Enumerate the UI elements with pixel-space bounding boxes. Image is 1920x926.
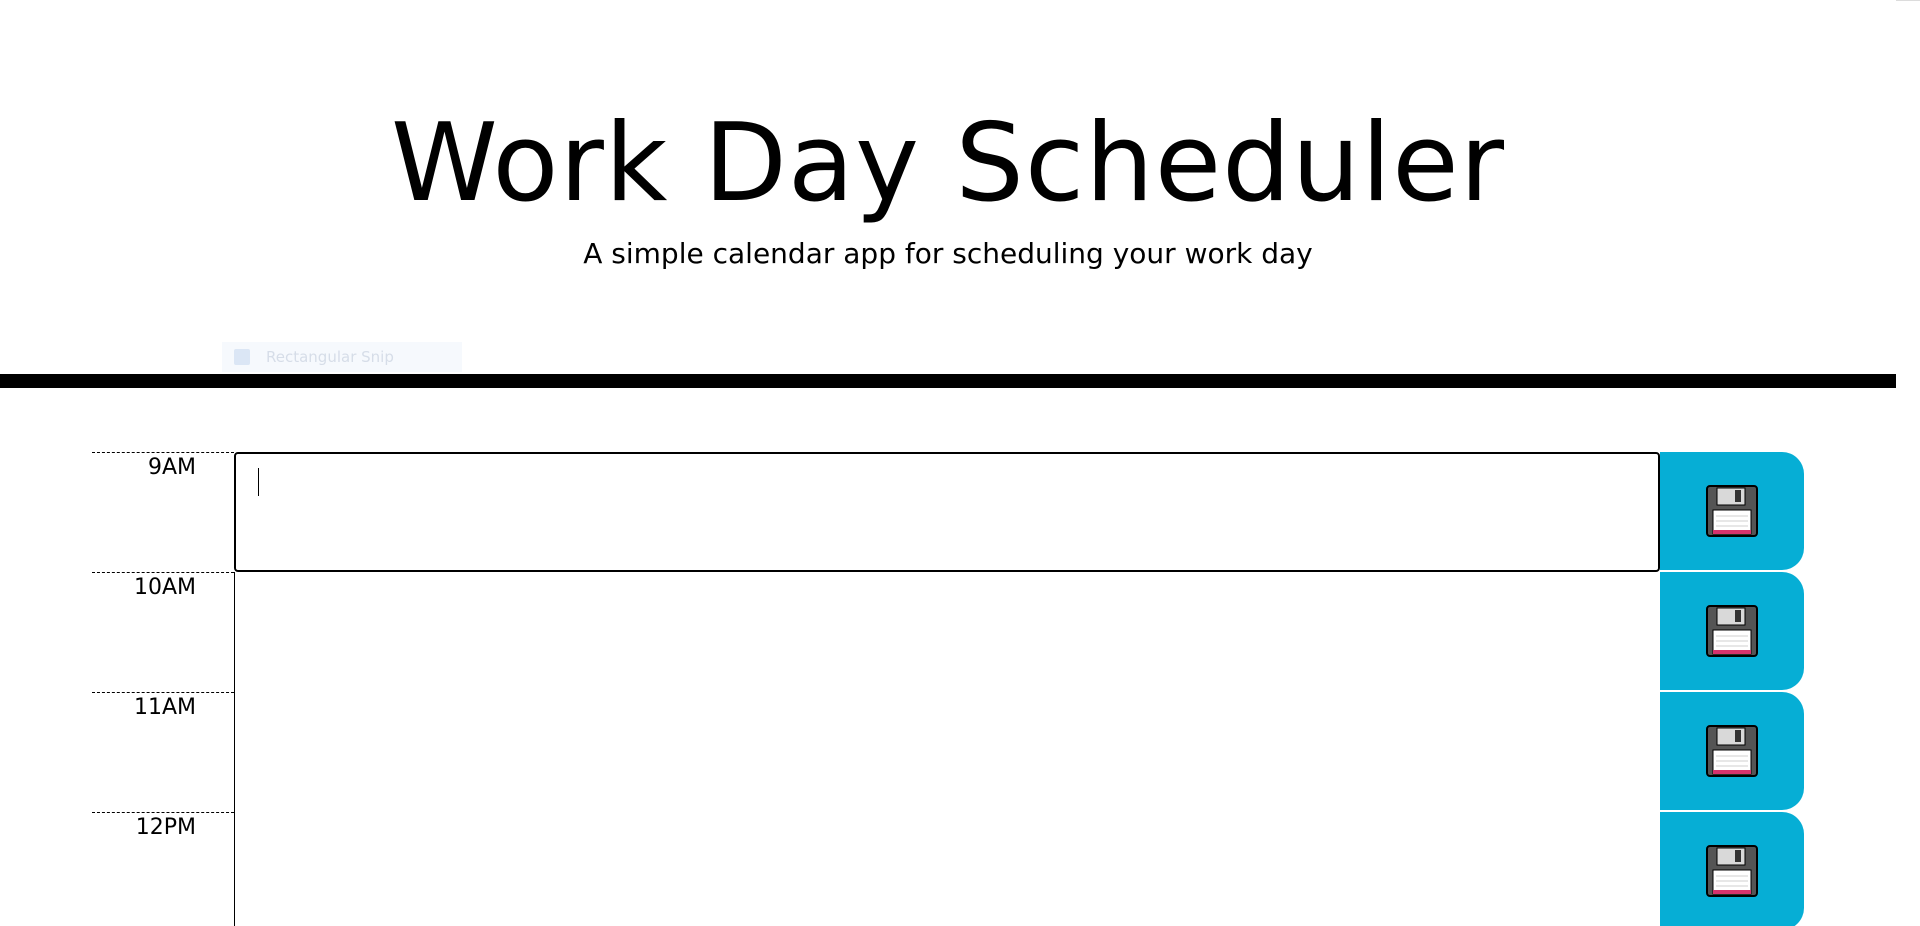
time-block-list: 9AM 10AM 11AM 12PM: [92, 452, 1804, 926]
description-container: [234, 812, 1660, 926]
floppy-disk-icon: [1706, 725, 1758, 777]
save-button[interactable]: [1660, 572, 1804, 690]
snip-icon: [234, 349, 250, 365]
time-block-row: 12PM: [92, 812, 1804, 926]
description-input[interactable]: [235, 572, 1660, 692]
snip-tool-ghost: Rectangular Snip: [222, 342, 462, 372]
page-subtitle: A simple calendar app for scheduling you…: [583, 237, 1313, 270]
save-button[interactable]: [1660, 692, 1804, 810]
time-block-row: 9AM: [92, 452, 1804, 572]
description-container: [234, 452, 1660, 572]
hour-label: 9AM: [92, 452, 234, 572]
header: Work Day Scheduler A simple calendar app…: [0, 0, 1896, 388]
page: Work Day Scheduler A simple calendar app…: [0, 0, 1896, 926]
description-input[interactable]: [235, 812, 1660, 926]
time-block-row: 10AM: [92, 572, 1804, 692]
description-container: [234, 572, 1660, 692]
time-block-row: 11AM: [92, 692, 1804, 812]
page-title: Work Day Scheduler: [390, 101, 1506, 226]
save-button[interactable]: [1660, 452, 1804, 570]
text-caret: [258, 468, 259, 496]
hour-label: 11AM: [92, 692, 234, 812]
floppy-disk-icon: [1706, 605, 1758, 657]
snip-ghost-label: Rectangular Snip: [266, 348, 394, 366]
hour-label: 10AM: [92, 572, 234, 692]
floppy-disk-icon: [1706, 845, 1758, 897]
description-input[interactable]: [236, 454, 1658, 570]
hour-label: 12PM: [92, 812, 234, 926]
description-container: [234, 692, 1660, 812]
floppy-disk-icon: [1706, 485, 1758, 537]
description-input[interactable]: [235, 692, 1660, 812]
save-button[interactable]: [1660, 812, 1804, 926]
